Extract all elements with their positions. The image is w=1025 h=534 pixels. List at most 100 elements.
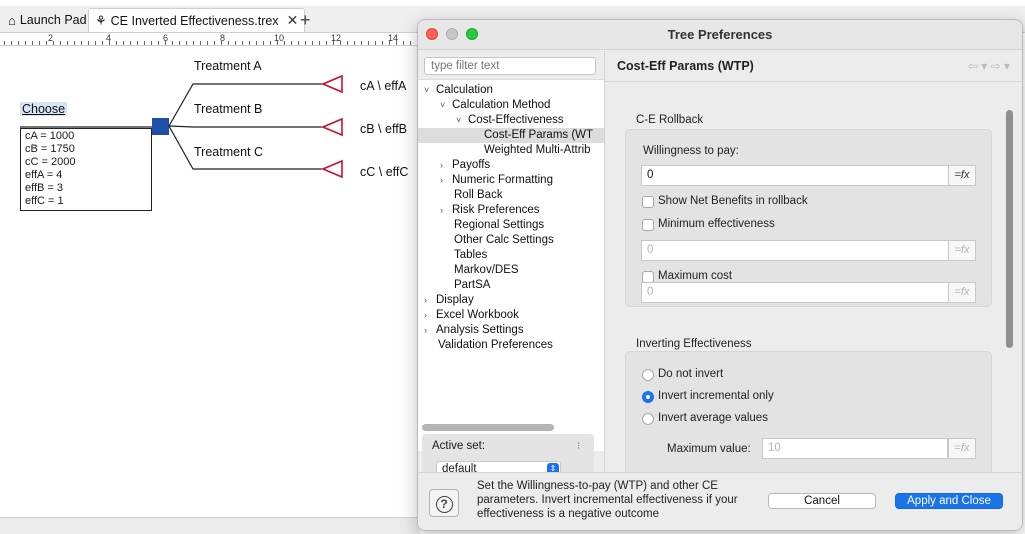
decision-node-label[interactable]: Choose	[20, 102, 68, 116]
ruler-tick	[39, 41, 40, 45]
ruler-tick	[221, 41, 222, 45]
nav-item-regional-settings[interactable]: Regional Settings	[454, 218, 544, 233]
vertical-scrollbar[interactable]	[1006, 110, 1013, 348]
chevron-right-icon[interactable]: ›	[440, 173, 452, 188]
variable-definitions-box[interactable]: cA = 1000 cB = 1750 cC = 2000 effA = 4 e…	[20, 128, 152, 211]
ruler-tick	[368, 41, 369, 45]
nav-item-markov-des[interactable]: Markov/DES	[454, 263, 519, 278]
title-separator	[605, 81, 1022, 82]
ruler-tick	[333, 41, 334, 45]
filter-input[interactable]	[424, 57, 596, 75]
horizontal-scrollbar[interactable]	[422, 424, 554, 431]
chevron-right-icon[interactable]: ›	[424, 323, 436, 338]
tab-ce-inverted-effectiveness[interactable]: ⚘ CE Inverted Effectiveness.trex ✕	[88, 8, 306, 32]
nav-item-payoffs[interactable]: › Payoffs	[440, 158, 490, 173]
terminal-node-a[interactable]	[320, 74, 343, 94]
ruler-tick	[88, 41, 89, 45]
ruler-tick	[242, 41, 243, 45]
nav-item-weighted-multi-attrib[interactable]: Weighted Multi-Attrib	[484, 143, 591, 158]
terminal-node-b[interactable]	[320, 117, 343, 137]
forward-arrow-icon[interactable]: ⇨ ▾	[991, 59, 1010, 73]
nav-item-label: Risk Preferences	[452, 204, 540, 216]
nav-item-risk-preferences[interactable]: › Risk Preferences	[440, 203, 540, 218]
max-value-label: Maximum value:	[667, 443, 751, 455]
cancel-button[interactable]: Cancel	[768, 493, 876, 509]
help-text: Set the Willingness-to-pay (WTP) and oth…	[477, 480, 738, 520]
wtp-formula-button[interactable]: =fx	[948, 165, 976, 186]
branch-label-treatment-a[interactable]: Treatment A	[194, 59, 262, 73]
nav-item-validation-preferences[interactable]: Validation Preferences	[438, 338, 553, 353]
ruler-tick	[340, 41, 341, 45]
new-tab-button[interactable]: +	[300, 10, 311, 31]
nav-item-other-calc-settings[interactable]: Other Calc Settings	[454, 233, 554, 248]
ruler-tick	[32, 41, 33, 45]
nav-item-cost-effectiveness[interactable]: ˅ Cost-Effectiveness	[456, 113, 564, 128]
ruler-tick	[277, 41, 278, 45]
radio-do-not-invert[interactable]	[642, 369, 654, 381]
chevron-right-icon[interactable]: ›	[440, 158, 452, 173]
nav-item-roll-back[interactable]: Roll Back	[454, 188, 503, 203]
ruler-tick	[270, 41, 271, 45]
ruler-tick	[200, 41, 201, 45]
min-effectiveness-checkbox[interactable]	[642, 219, 654, 231]
tree-canvas[interactable]: Choose cA = 1000 cB = 1750 cC = 2000 eff…	[0, 47, 420, 517]
nav-item-tables[interactable]: Tables	[454, 248, 487, 263]
ruler-tick	[144, 41, 145, 45]
max-cost-input[interactable]: 0	[641, 282, 949, 303]
nav-item-analysis-settings[interactable]: › Analysis Settings	[424, 323, 524, 338]
ruler-tick	[172, 41, 173, 45]
ruler-tick	[403, 41, 404, 45]
branch-label-treatment-c[interactable]: Treatment C	[194, 145, 263, 159]
chevron-right-icon[interactable]: ›	[424, 308, 436, 323]
nav-item-calculation-method[interactable]: ˅ Calculation Method	[440, 98, 550, 113]
max-value-formula-button[interactable]: =fx	[948, 438, 976, 459]
nav-item-partsa[interactable]: PartSA	[454, 278, 490, 293]
branch-label-treatment-b[interactable]: Treatment B	[194, 102, 262, 116]
ruler-tick	[312, 41, 313, 45]
ruler-tick	[18, 41, 19, 45]
chevron-down-icon[interactable]: ˅	[424, 83, 436, 98]
min-effectiveness-formula-button[interactable]: =fx	[948, 240, 976, 261]
ruler-tick	[81, 41, 82, 45]
chevron-down-icon[interactable]: ˅	[440, 98, 452, 113]
back-arrow-icon[interactable]: ⇦ ▾	[968, 59, 987, 73]
ruler-tick	[263, 41, 264, 45]
ruler-tick	[151, 41, 152, 45]
nav-item-calculation[interactable]: ˅ Calculation	[424, 83, 493, 98]
min-effectiveness-input[interactable]: 0	[641, 240, 949, 261]
radio-invert-incremental-only[interactable]	[642, 391, 654, 403]
dialog-titlebar[interactable]: Tree Preferences	[418, 20, 1022, 50]
nav-item-numeric-formatting[interactable]: › Numeric Formatting	[440, 173, 553, 188]
dialog-footer: ? Set the Willingness-to-pay (WTP) and o…	[418, 472, 1022, 530]
chevron-down-icon[interactable]: ˅	[456, 113, 468, 128]
ruler-tick	[46, 41, 47, 45]
chevron-right-icon[interactable]: ›	[424, 293, 436, 308]
close-tab-icon[interactable]: ✕	[287, 12, 299, 29]
apply-and-close-button[interactable]: Apply and Close	[895, 493, 1003, 509]
variable-definition: cA = 1000	[25, 130, 75, 142]
more-options-icon[interactable]: ⁝	[577, 442, 583, 452]
tab-launch-pad[interactable]: ⌂ Launch Pad	[2, 8, 93, 32]
nav-item-label: PartSA	[454, 279, 491, 291]
show-net-benefits-checkbox[interactable]	[642, 196, 654, 208]
wtp-input[interactable]: 0	[641, 165, 949, 186]
ruler-tick	[158, 41, 159, 45]
ruler-tick	[74, 41, 75, 45]
chevron-right-icon[interactable]: ›	[440, 203, 452, 218]
help-button[interactable]: ?	[429, 489, 459, 517]
decision-node[interactable]	[152, 118, 169, 135]
dialog-title: Tree Preferences	[667, 27, 773, 42]
nav-item-cost-eff-params[interactable]: Cost-Eff Params (WT	[418, 128, 604, 143]
ruler-tick	[228, 41, 229, 45]
nav-item-label: Display	[436, 294, 474, 306]
nav-item-display[interactable]: › Display	[424, 293, 474, 308]
nav-item-excel-workbook[interactable]: › Excel Workbook	[424, 308, 519, 323]
ruler-tick	[95, 41, 96, 45]
terminal-node-c[interactable]	[320, 159, 343, 179]
nav-item-label: Regional Settings	[454, 219, 545, 231]
max-cost-formula-button[interactable]: =fx	[948, 282, 976, 303]
max-value-input[interactable]: 10	[762, 438, 948, 459]
radio-invert-average-values[interactable]	[642, 413, 654, 425]
ruler-tick	[116, 41, 117, 45]
ruler-tick	[326, 41, 327, 45]
